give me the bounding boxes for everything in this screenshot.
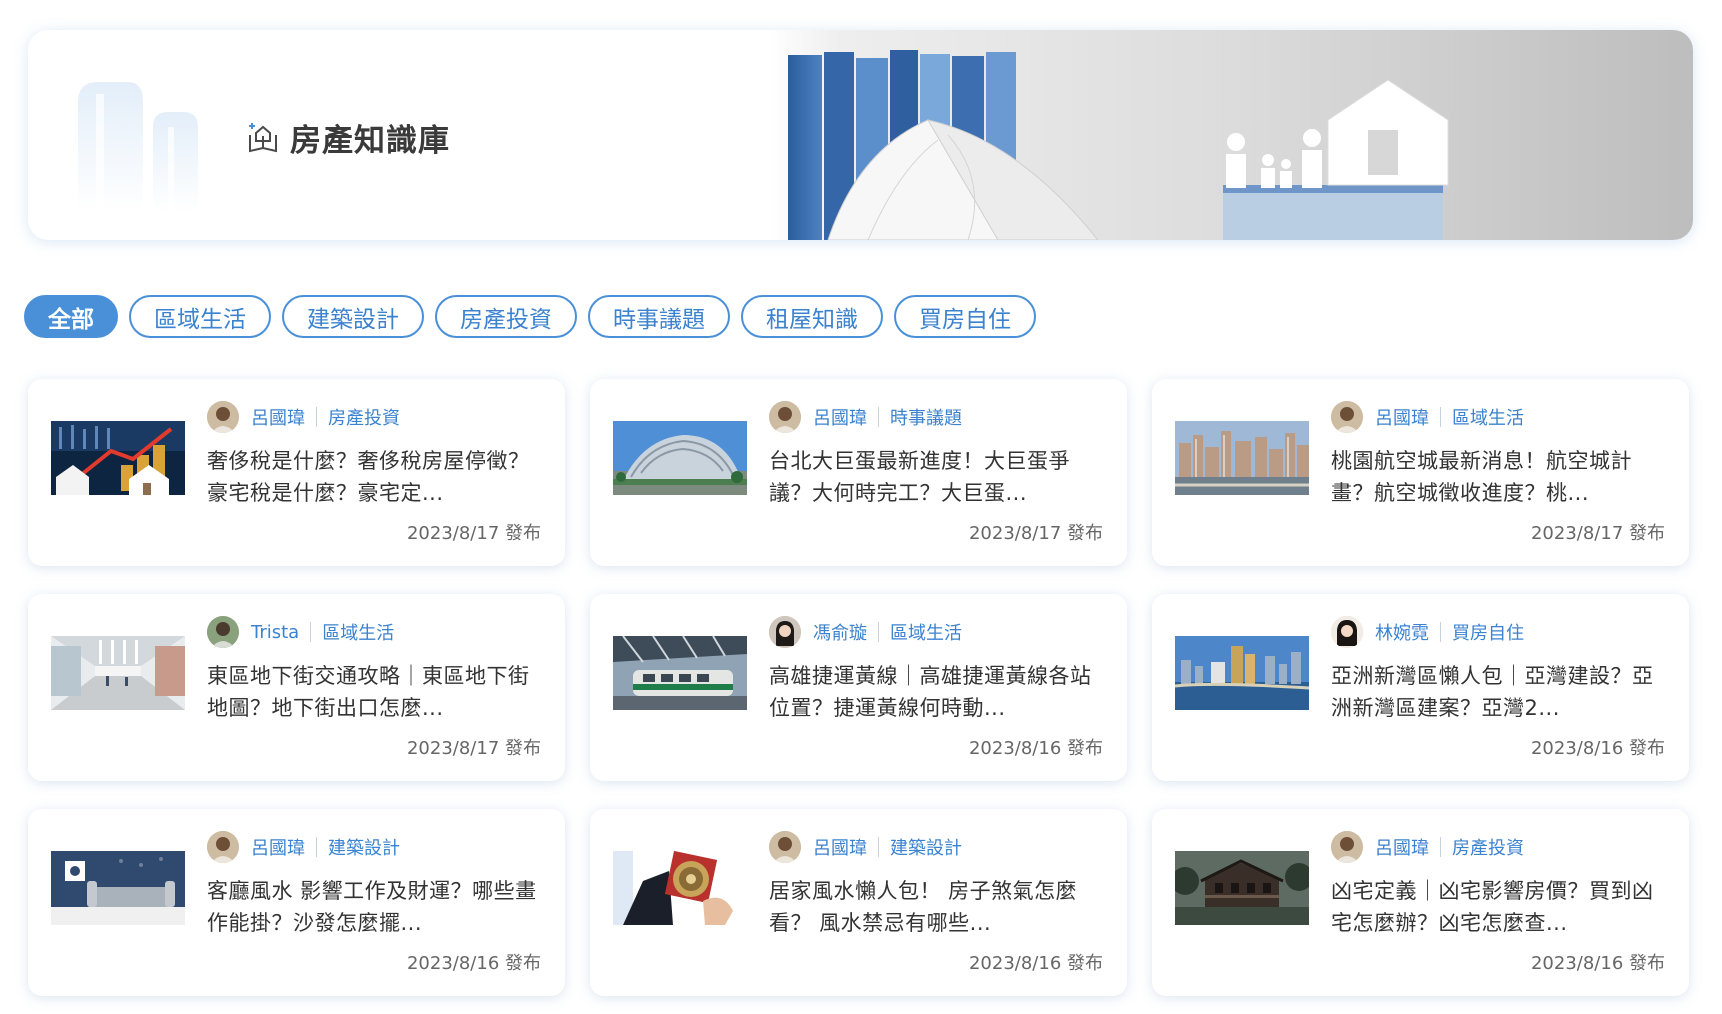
bookshelf-family-house-image [768,30,1693,240]
author-name[interactable]: 馮俞璇 [813,619,867,645]
author-avatar[interactable] [1331,616,1363,648]
author-avatar[interactable] [207,401,239,433]
divider [1440,622,1441,642]
article-meta: 呂國瑋 時事議題 [769,401,962,433]
knowledge-banner: 房產知識庫 [28,30,1693,240]
author-name[interactable]: 呂國瑋 [813,404,867,430]
article-category[interactable]: 區域生活 [322,619,394,645]
publish-date: 2023/8/16 發布 [406,953,541,974]
author-avatar[interactable] [207,616,239,648]
article-thumbnail-dome [613,421,747,495]
article-thumbnail-houses-coins [51,421,185,495]
article-title[interactable]: 奢侈稅是什麼？奢侈稅房屋停徵？豪宅稅是什麼？豪宅定... [207,445,542,509]
article-title[interactable]: 桃園航空城最新消息！航空城計畫？航空城徵收進度？桃... [1331,445,1666,509]
author-avatar[interactable] [769,616,801,648]
article-title[interactable]: 東區地下街交通攻略｜東區地下街地圖？地下街出口怎麼... [207,660,542,724]
article-thumbnail-city [1175,421,1309,495]
article-category[interactable]: 時事議題 [890,404,962,430]
author-name[interactable]: 呂國瑋 [1375,834,1429,860]
article-meta: 呂國瑋 建築設計 [769,831,962,863]
article-card[interactable]: 呂國瑋 房產投資 奢侈稅是什麼？奢侈稅房屋停徵？豪宅稅是什麼？豪宅定... 20… [28,379,565,566]
author-name[interactable]: 呂國瑋 [251,834,305,860]
article-meta: 馮俞璇 區域生活 [769,616,962,648]
tab-current-issues[interactable]: 時事議題 [588,295,730,338]
article-thumbnail-underground-mall [51,636,185,710]
article-thumbnail-harbor-skyline [1175,636,1309,710]
article-category[interactable]: 房產投資 [1452,834,1524,860]
article-title[interactable]: 客廳風水 影響工作及財運？哪些畫作能掛？沙發怎麼擺... [207,875,542,939]
divider [1440,837,1441,857]
divider [316,837,317,857]
article-meta: 呂國瑋 房產投資 [1331,831,1524,863]
article-category[interactable]: 建築設計 [328,834,400,860]
article-meta: 呂國瑋 建築設計 [207,831,400,863]
article-meta: 呂國瑋 房產投資 [207,401,400,433]
article-thumbnail-metro-train [613,636,747,710]
publish-date: 2023/8/17 發布 [406,523,541,544]
article-card[interactable]: 馮俞璇 區域生活 高雄捷運黃線｜高雄捷運黃線各站位置？捷運黃線何時動... 20… [590,594,1127,781]
article-meta: 林婉霓 買房自住 [1331,616,1524,648]
publish-date: 2023/8/17 發布 [968,523,1103,544]
article-category[interactable]: 區域生活 [1452,404,1524,430]
author-name[interactable]: Trista [251,622,299,643]
tab-all[interactable]: 全部 [24,295,118,338]
page-title: 房產知識庫 [290,123,450,159]
tab-rental-knowledge[interactable]: 租屋知識 [741,295,883,338]
house-book-icon [249,122,277,152]
divider [316,407,317,427]
publish-date: 2023/8/17 發布 [1530,523,1665,544]
article-category[interactable]: 區域生活 [890,619,962,645]
article-title[interactable]: 台北大巨蛋最新進度！大巨蛋爭議？大何時完工？大巨蛋... [769,445,1104,509]
publish-date: 2023/8/16 發布 [1530,738,1665,759]
article-card[interactable]: 呂國瑋 時事議題 台北大巨蛋最新進度！大巨蛋爭議？大何時完工？大巨蛋... 20… [590,379,1127,566]
article-grid: 呂國瑋 房產投資 奢侈稅是什麼？奢侈稅房屋停徵？豪宅稅是什麼？豪宅定... 20… [28,379,1689,996]
author-name[interactable]: 呂國瑋 [251,404,305,430]
article-card[interactable]: Trista 區域生活 東區地下街交通攻略｜東區地下街地圖？地下街出口怎麼...… [28,594,565,781]
author-name[interactable]: 林婉霓 [1375,619,1429,645]
category-tabs: 全部 區域生活 建築設計 房產投資 時事議題 租屋知識 買房自住 [24,295,1036,338]
publish-date: 2023/8/16 發布 [968,953,1103,974]
article-card[interactable]: 呂國瑋 建築設計 居家風水懶人包！ 房子煞氣怎麼看？ 風水禁忌有哪些... 20… [590,809,1127,996]
article-card[interactable]: 呂國瑋 區域生活 桃園航空城最新消息！航空城計畫？航空城徵收進度？桃... 20… [1152,379,1689,566]
page-title-group: 房產知識庫 [246,115,450,160]
article-title[interactable]: 亞洲新灣區懶人包｜亞灣建設？亞洲新灣區建案？亞灣2... [1331,660,1666,724]
author-avatar[interactable] [1331,831,1363,863]
divider [878,837,879,857]
author-name[interactable]: 呂國瑋 [1375,404,1429,430]
divider [878,622,879,642]
divider [310,622,312,642]
tab-real-estate-investment[interactable]: 房產投資 [435,295,577,338]
article-card[interactable]: 呂國瑋 房產投資 凶宅定義｜凶宅影響房價？買到凶宅怎麼辦？凶宅怎麼查... 20… [1152,809,1689,996]
article-meta: Trista 區域生活 [207,616,394,648]
article-title[interactable]: 居家風水懶人包！ 房子煞氣怎麼看？ 風水禁忌有哪些... [769,875,1104,939]
author-avatar[interactable] [769,401,801,433]
tab-architecture-design[interactable]: 建築設計 [282,295,424,338]
article-thumbnail-feng-shui-compass [613,851,747,925]
divider [1440,407,1441,427]
author-avatar[interactable] [769,831,801,863]
article-meta: 呂國瑋 區域生活 [1331,401,1524,433]
author-name[interactable]: 呂國瑋 [813,834,867,860]
article-card[interactable]: 林婉霓 買房自住 亞洲新灣區懶人包｜亞灣建設？亞洲新灣區建案？亞灣2... 20… [1152,594,1689,781]
author-avatar[interactable] [207,831,239,863]
article-title[interactable]: 凶宅定義｜凶宅影響房價？買到凶宅怎麼辦？凶宅怎麼查... [1331,875,1666,939]
article-title[interactable]: 高雄捷運黃線｜高雄捷運黃線各站位置？捷運黃線何時動... [769,660,1104,724]
article-category[interactable]: 建築設計 [890,834,962,860]
publish-date: 2023/8/17 發布 [406,738,541,759]
author-avatar[interactable] [1331,401,1363,433]
article-card[interactable]: 呂國瑋 建築設計 客廳風水 影響工作及財運？哪些畫作能掛？沙發怎麼擺... 20… [28,809,565,996]
article-category[interactable]: 房產投資 [328,404,400,430]
article-category[interactable]: 買房自住 [1452,619,1524,645]
tab-regional-life[interactable]: 區域生活 [129,295,271,338]
divider [878,407,879,427]
article-thumbnail-abandoned-house [1175,851,1309,925]
tab-home-buying[interactable]: 買房自住 [894,295,1036,338]
article-thumbnail-living-room [51,851,185,925]
publish-date: 2023/8/16 發布 [1530,953,1665,974]
publish-date: 2023/8/16 發布 [968,738,1103,759]
buildings-watermark-icon [78,82,198,212]
